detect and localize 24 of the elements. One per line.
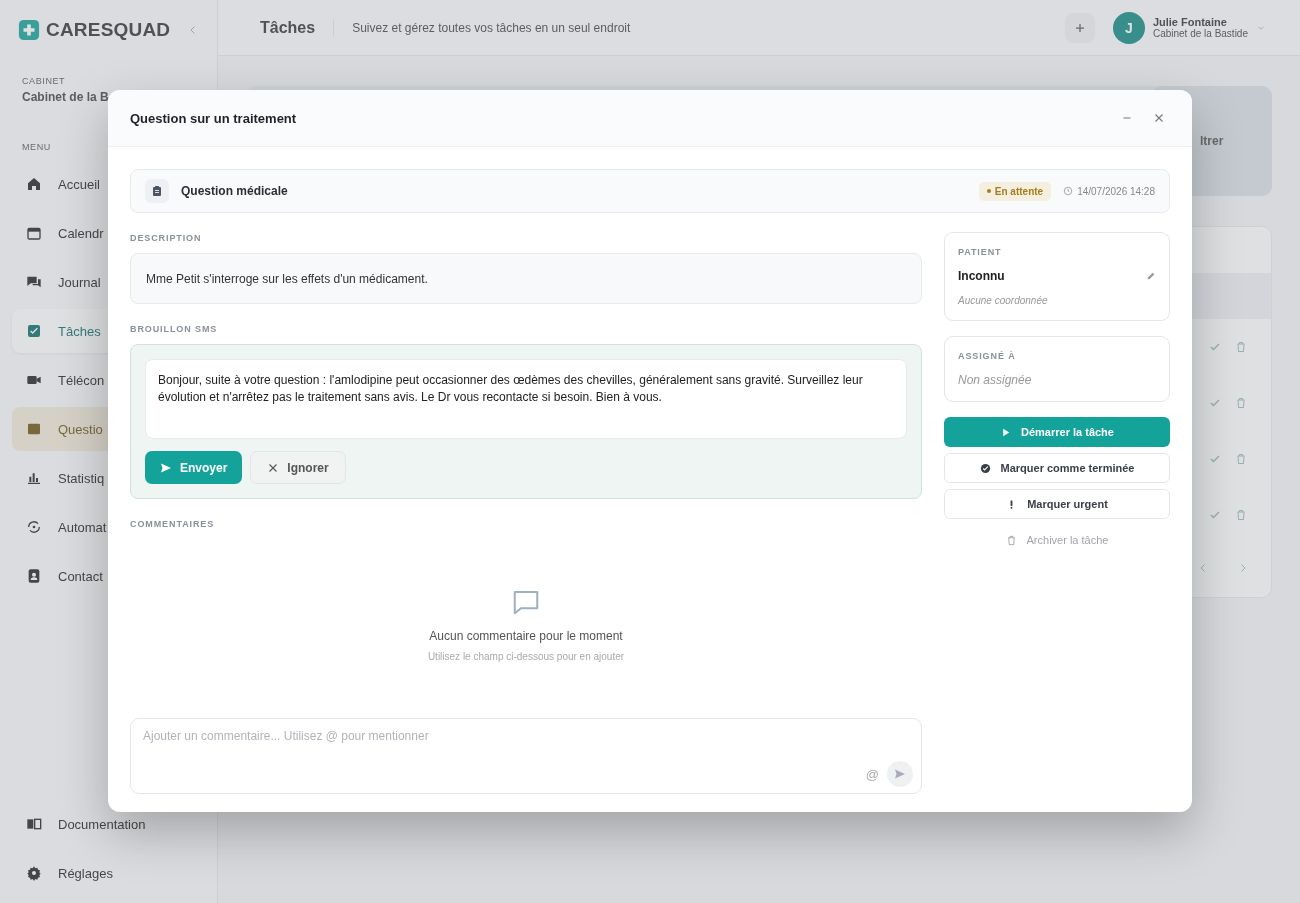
- assignee-value: Non assignée: [958, 373, 1033, 387]
- user-organization: Cabinet de la Bastide: [1152, 28, 1248, 39]
- card-label: ASSIGNÉ À: [958, 351, 1017, 361]
- page-subtitle: Suivez et gérez toutes vos tâches en un seul endroit: [352, 20, 631, 35]
- section-label: CABINET: [22, 76, 67, 86]
- description-text: Mme Petit s'interroge sur les effets d'un médicament.: [130, 253, 922, 304]
- cabinet-name: Cabinet de la B: [22, 90, 110, 104]
- section-label: BROUILLON SMS: [130, 324, 219, 334]
- empty-state-title: Aucun commentaire pour le moment: [429, 629, 623, 643]
- card-label: PATIENT: [958, 247, 1003, 257]
- page-title: Tâches: [260, 18, 335, 37]
- patient-name: Inconnu: [958, 269, 1005, 283]
- user-name: Julie Fontaine: [1152, 16, 1228, 28]
- section-label: DESCRIPTION: [130, 233, 203, 243]
- section-label: COMMENTAIRES: [130, 519, 216, 529]
- empty-state-hint: Utilisez le champ ci-dessous pour en ajouter: [427, 651, 625, 662]
- avatar: J: [1112, 11, 1145, 44]
- patient-contact: Aucune coordonnée: [958, 295, 1049, 306]
- task-datetime: 14/07/2026 14:28: [1077, 185, 1155, 197]
- status-badge: En attente: [978, 181, 1052, 201]
- brand-name: CARESQUAD: [46, 19, 171, 41]
- dialog-title: Question sur un traitement: [130, 110, 297, 126]
- section-label: MENU: [22, 142, 52, 152]
- task-type: Question médicale: [181, 184, 288, 198]
